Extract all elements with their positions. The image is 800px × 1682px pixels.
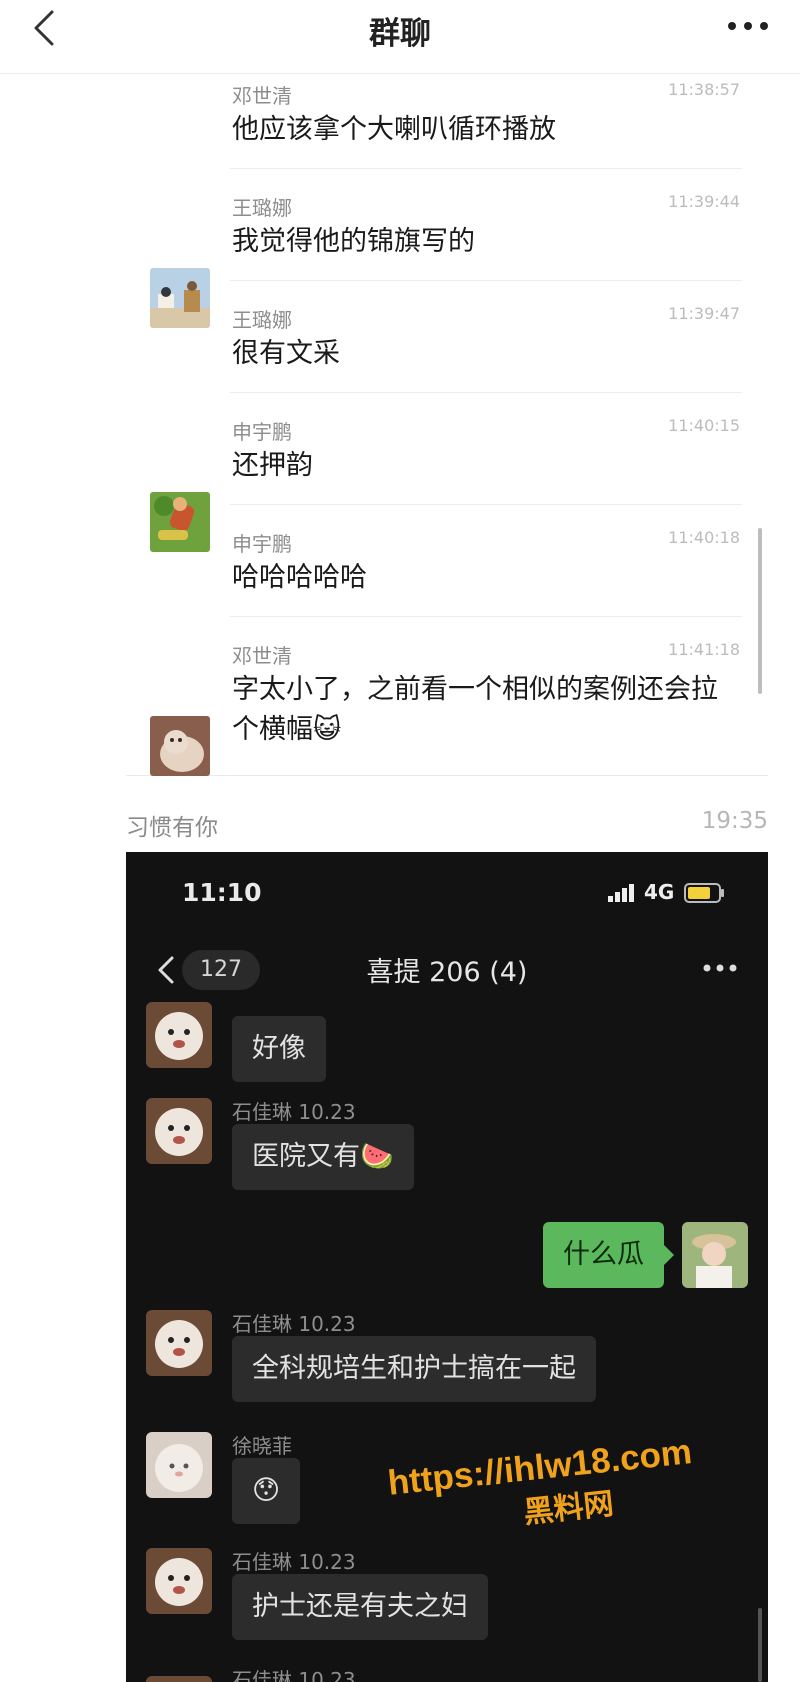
page-title: 群聊 [369, 16, 431, 52]
message-text: 哈哈哈哈哈 [232, 562, 367, 593]
sender-name: 王璐娜 [232, 196, 292, 220]
signal-icon [608, 884, 634, 902]
sender-name: 石佳琳 10.23 [232, 1550, 356, 1574]
message-text: 还押韵 [232, 450, 313, 481]
message-text: 字太小了，之前看一个相似的案例还会拉个横幅😺 [232, 674, 718, 745]
message-time: 11:40:15 [668, 416, 740, 435]
message-time: 11:41:18 [668, 640, 740, 659]
message-time: 11:39:44 [668, 192, 740, 211]
message-bubble[interactable]: 护士还是有夫之妇 [232, 1574, 488, 1640]
message-text: 很有文采 [232, 338, 340, 369]
message-bubble[interactable]: 😯 [232, 1458, 301, 1524]
divider [230, 504, 742, 505]
fluffy-dog-avatar[interactable] [146, 1548, 212, 1614]
sender-name: 石佳琳 10.23 [232, 1100, 356, 1124]
divider [230, 168, 742, 169]
message-bubble[interactable]: 什么瓜 [543, 1222, 674, 1288]
white-cat-avatar[interactable] [146, 1432, 212, 1498]
embedded-nav-bar: 127 喜提 206 (4) [126, 940, 768, 1000]
scrollbar[interactable] [758, 528, 762, 694]
sender-name: 邓世清 [232, 84, 292, 108]
history-message: 邓世清 11:41:18 字太小了，之前看一个相似的案例还会拉个横幅😺 [126, 634, 768, 776]
history-message: 申宇鹏 11:40:18 哈哈哈哈哈 [126, 522, 768, 634]
chat-message-self: 什么瓜 [126, 1222, 768, 1312]
more-options-icon[interactable] [726, 14, 770, 38]
divider [230, 392, 742, 393]
history-message: 申宇鹏 11:40:15 还押韵 [126, 410, 768, 552]
sender-name: 石佳琳 10.23 [232, 1312, 356, 1336]
message-bubble[interactable]: 好像 [232, 1016, 326, 1082]
message-text: 我觉得他的锦旗写的 [232, 226, 475, 257]
history-message: 王璐娜 11:39:44 我觉得他的锦旗写的 [126, 186, 768, 328]
status-bar-icons: 4G [608, 880, 738, 906]
girl-photo-avatar[interactable] [682, 1222, 748, 1288]
network-label: 4G [644, 880, 675, 904]
fluffy-dog-avatar[interactable] [146, 1310, 212, 1376]
sender-name: 邓世清 [232, 644, 292, 668]
sender-name: 申宇鹏 [232, 420, 292, 444]
message-text: 他应该拿个大喇叭循环播放 [232, 114, 556, 145]
chat-message: 石佳琳 10.23 [126, 1666, 768, 1682]
message-time: 11:38:57 [668, 80, 740, 99]
chat-message: 石佳琳 10.23 医院又有🍉 [126, 1098, 768, 1218]
sender-name: 石佳琳 10.23 [232, 1668, 356, 1682]
status-bar-time: 11:10 [182, 878, 262, 907]
message-bubble[interactable]: 全科规培生和护士搞在一起 [232, 1336, 596, 1402]
chat-message: 好像 [126, 1002, 768, 1112]
divider [230, 280, 742, 281]
message-time: 11:40:18 [668, 528, 740, 547]
fluffy-dog-avatar[interactable] [146, 1098, 212, 1164]
sender-name: 王璐娜 [232, 308, 292, 332]
battery-icon [684, 883, 724, 903]
history-message: 王璐娜 11:39:47 很有文采 [126, 298, 768, 410]
divider [230, 616, 742, 617]
chat-message: 石佳琳 10.23 全科规培生和护士搞在一起 [126, 1310, 768, 1420]
more-options-icon[interactable] [702, 960, 738, 976]
message-time: 11:39:47 [668, 304, 740, 323]
history-message: 邓世清 11:38:57 他应该拿个大喇叭循环播放 [126, 74, 768, 186]
sender-name: 徐晓菲 [232, 1434, 292, 1458]
forward-sender: 习惯有你 [126, 815, 218, 841]
cat-photo-avatar[interactable] [150, 716, 210, 776]
forward-time: 19:35 [701, 808, 768, 834]
fluffy-dog-avatar[interactable] [146, 1676, 212, 1682]
fluffy-dog-avatar[interactable] [146, 1002, 212, 1068]
sender-name: 申宇鹏 [232, 532, 292, 556]
scrollbar[interactable] [758, 1608, 762, 1682]
chat-title: 喜提 206 (4) [366, 957, 528, 988]
message-bubble[interactable]: 医院又有🍉 [232, 1124, 414, 1190]
chat-history-card: 邓世清 11:38:57 他应该拿个大喇叭循环播放 王璐娜 11:39:44 我… [126, 74, 768, 776]
top-nav-bar: 群聊 [0, 0, 800, 74]
